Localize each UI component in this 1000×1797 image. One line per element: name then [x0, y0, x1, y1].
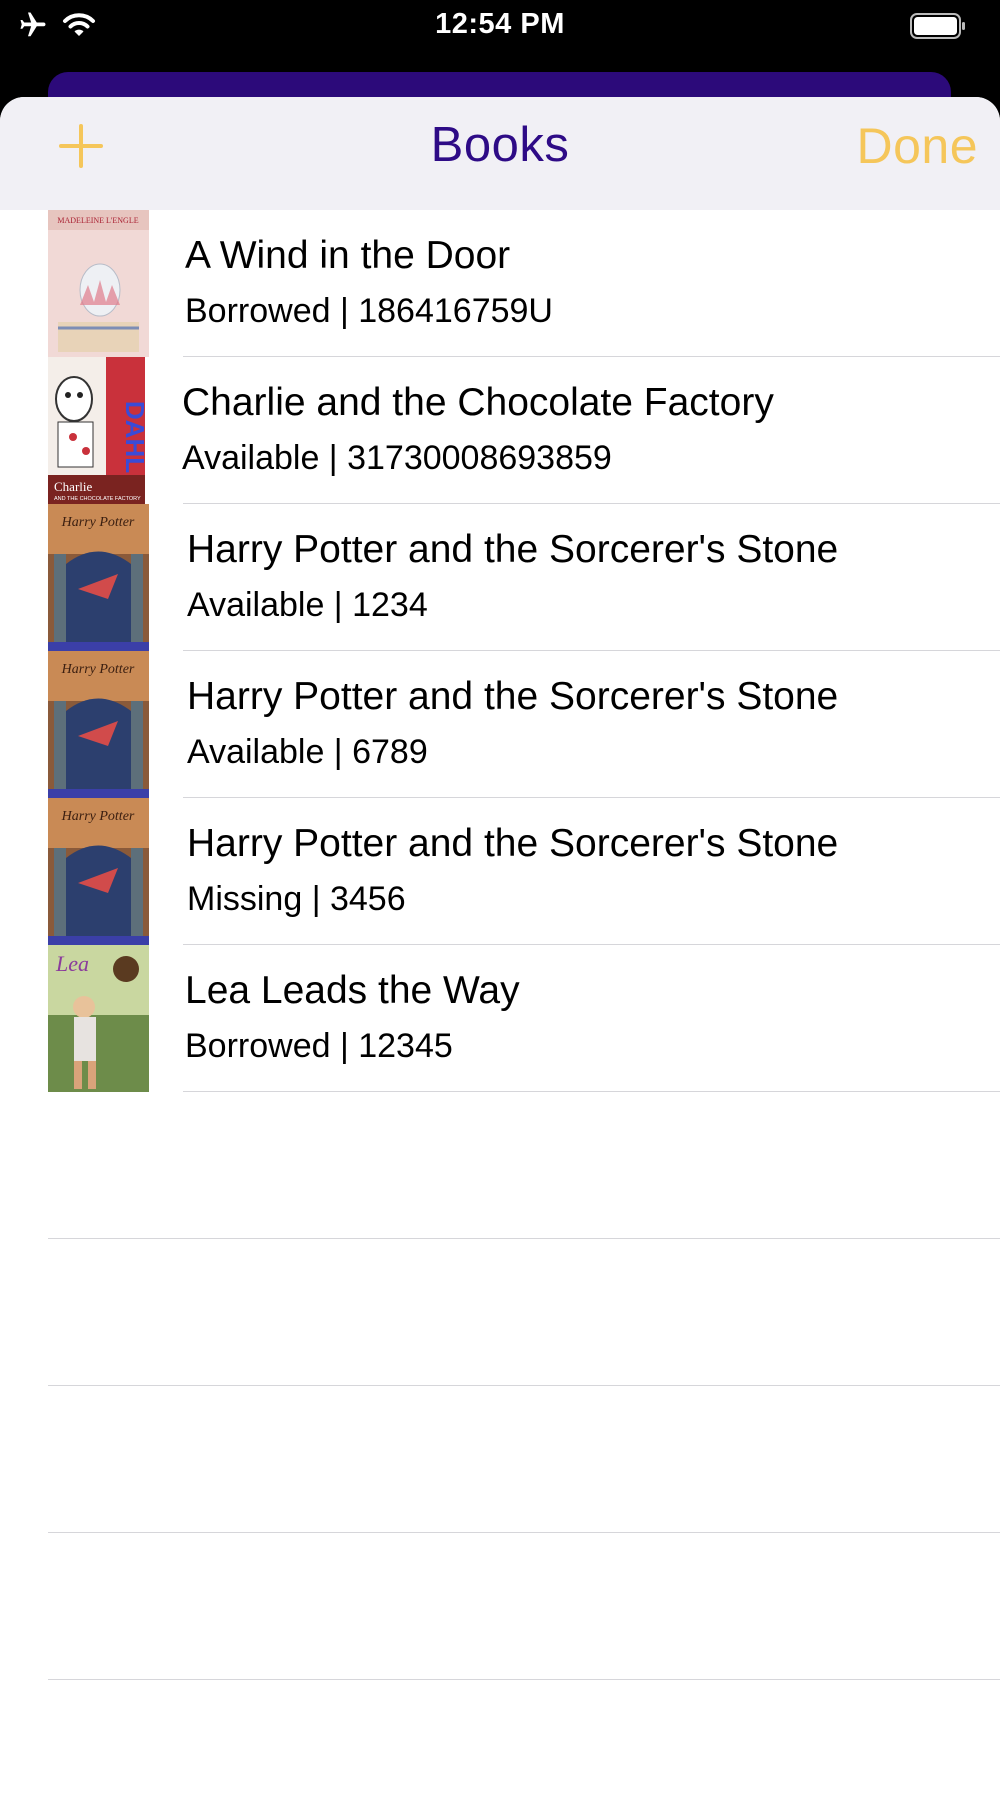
book-row[interactable]: Harry Potter Harry Potter and the Sorcer…: [0, 651, 1000, 798]
book-subtitle: Available | 31730008693859: [182, 439, 612, 477]
book-subtitle: Available | 6789: [187, 733, 428, 771]
book-list: MADELEINE L'ENGLE A Wind in the Door Bor…: [0, 210, 1000, 1680]
book-title: Harry Potter and the Sorcerer's Stone: [187, 675, 839, 718]
cover-title: Harry Potter: [61, 515, 135, 530]
book-subtitle: Available | 1234: [187, 586, 428, 624]
book-row[interactable]: Harry Potter Harry Potter and the Sorcer…: [0, 798, 1000, 945]
cover-title: Harry Potter: [61, 809, 135, 824]
books-sheet: Books Done MADELEINE L'ENGLE A Wind in t…: [0, 97, 1000, 1797]
book-row[interactable]: Harry Potter Harry Potter and the Sorcer…: [0, 504, 1000, 651]
book-title: Harry Potter and the Sorcerer's Stone: [187, 528, 839, 571]
book-row[interactable]: MADELEINE L'ENGLE A Wind in the Door Bor…: [0, 210, 1000, 357]
book-cover: Harry Potter: [48, 798, 149, 945]
book-title: Charlie and the Chocolate Factory: [182, 381, 774, 424]
svg-text:AND THE CHOCOLATE FACTORY: AND THE CHOCOLATE FACTORY: [54, 496, 141, 502]
page-title: Books: [430, 118, 570, 172]
cover-author: DAHL: [120, 401, 149, 473]
nav-bar: Books Done: [0, 97, 1000, 210]
empty-row: [0, 1092, 1000, 1239]
book-title: Harry Potter and the Sorcerer's Stone: [187, 822, 839, 865]
book-row[interactable]: Lea Lea Leads the Way Borrowed | 12345: [0, 945, 1000, 1092]
battery-icon: [910, 13, 965, 39]
book-cover: Harry Potter: [48, 504, 149, 651]
book-subtitle: Missing | 3456: [187, 880, 406, 918]
book-subtitle: Borrowed | 12345: [185, 1027, 453, 1065]
cover-author: MADELEINE L'ENGLE: [57, 216, 138, 225]
empty-row: [0, 1533, 1000, 1680]
status-bar: 12:54 PM: [0, 0, 1000, 64]
book-cover: MADELEINE L'ENGLE: [48, 210, 149, 357]
status-time: 12:54 PM: [435, 8, 565, 40]
book-row[interactable]: DAHL Charlie AND THE CHOCOLATE FACTORY C…: [0, 357, 1000, 504]
book-cover: Harry Potter: [48, 651, 149, 798]
empty-row: [0, 1386, 1000, 1533]
row-divider: [48, 1678, 1000, 1680]
book-cover: Lea: [48, 945, 149, 1092]
svg-text:Charlie: Charlie: [54, 479, 92, 494]
book-cover: DAHL Charlie AND THE CHOCOLATE FACTORY: [48, 357, 149, 504]
book-subtitle: Borrowed | 186416759U: [185, 292, 553, 330]
empty-row: [0, 1239, 1000, 1386]
cover-title: Harry Potter: [61, 662, 135, 677]
book-title: A Wind in the Door: [185, 234, 511, 277]
book-title: Lea Leads the Way: [185, 969, 520, 1012]
done-button[interactable]: Done: [856, 117, 978, 175]
cover-title: Lea: [55, 951, 89, 976]
